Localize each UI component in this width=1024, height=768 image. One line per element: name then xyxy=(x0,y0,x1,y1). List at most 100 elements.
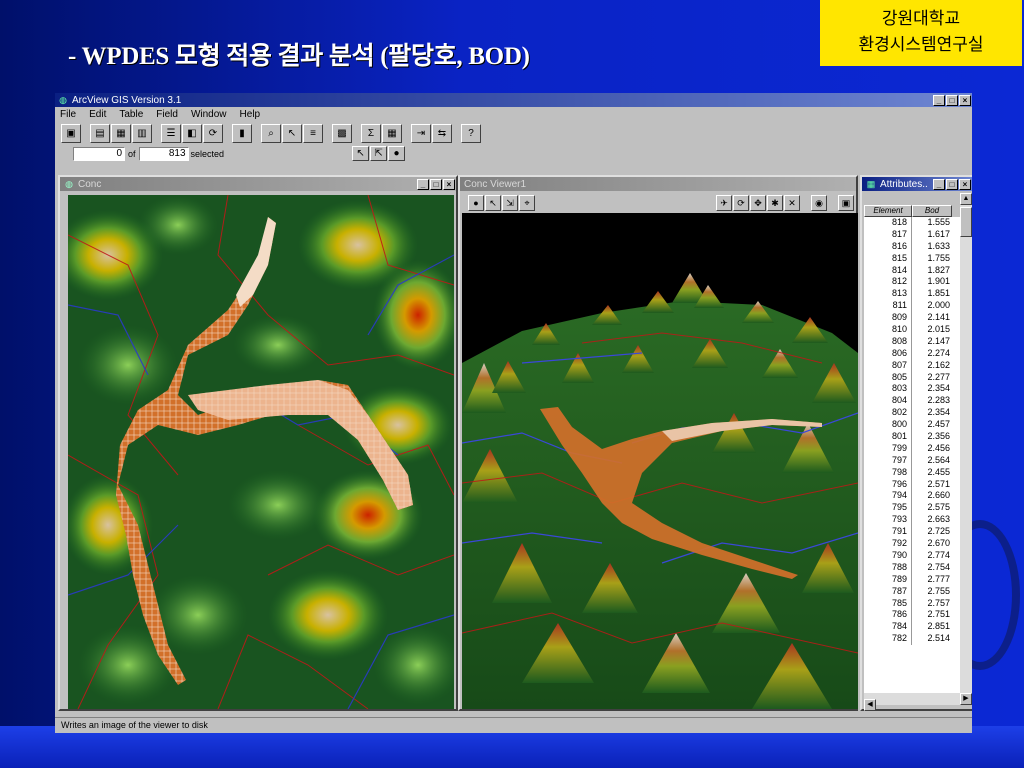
edit-tool-icon[interactable]: ⇱ xyxy=(370,146,388,161)
table-row[interactable]: 818 1.555 xyxy=(864,217,960,229)
table-row[interactable]: 809 2.141 xyxy=(864,312,960,325)
conc-titlebar: ◍ Conc _ □ × xyxy=(60,177,456,191)
element-cell: 791 xyxy=(864,526,912,539)
table-row[interactable]: 782 2.514 xyxy=(864,633,960,646)
conc-maximize-button[interactable]: □ xyxy=(430,178,442,190)
save-icon[interactable]: ▣ xyxy=(61,123,81,143)
viewer-zoom-out-icon[interactable]: ✕ xyxy=(784,195,800,211)
viewer-pointer-icon[interactable]: ↖ xyxy=(485,195,501,211)
join-icon[interactable]: ⇥ xyxy=(411,123,431,143)
info-tool-icon[interactable]: ● xyxy=(388,146,406,161)
attr-minimize-button[interactable]: _ xyxy=(933,178,945,190)
link-icon[interactable]: ⇆ xyxy=(432,123,452,143)
table-row[interactable]: 801 2.356 xyxy=(864,431,960,443)
conc-close-button[interactable]: × xyxy=(443,178,455,190)
scroll-right-button[interactable]: ▶ xyxy=(960,693,972,705)
table-row[interactable]: 815 1.755 xyxy=(864,252,960,265)
column-header-element[interactable]: Element xyxy=(864,205,912,217)
table-row[interactable]: 791 2.725 xyxy=(864,526,960,539)
table-row[interactable]: 805 2.277 xyxy=(864,371,960,384)
attr-close-button[interactable]: × xyxy=(959,178,971,190)
menu-file[interactable]: File xyxy=(60,109,76,120)
attribute-table[interactable]: Element Bod 818 1.555 817 1.617 816 1.633 815 1… xyxy=(864,205,960,693)
viewer-info-icon[interactable]: ● xyxy=(468,195,484,211)
viewer-eye-icon[interactable]: ◉ xyxy=(811,195,827,211)
table-row[interactable]: 789 2.777 xyxy=(864,573,960,586)
table-row[interactable]: 793 2.663 xyxy=(864,514,960,527)
sort-icon[interactable]: ≡ xyxy=(303,123,323,143)
attr-maximize-button[interactable]: □ xyxy=(946,178,958,190)
table-row[interactable]: 808 2.147 xyxy=(864,335,960,348)
column-header-bod[interactable]: Bod xyxy=(912,205,952,217)
viewer-save-image-icon[interactable]: ▣ xyxy=(838,195,854,211)
menu-edit[interactable]: Edit xyxy=(89,109,106,120)
maximize-button[interactable]: □ xyxy=(946,94,958,106)
toolbar: ▣ ▤ ▦ ▥ ☰ ◧ ⟳ ▮ ⌕ ↖ ≡ ▩ Σ ▦ ⇥ ⇆ ? xyxy=(55,122,972,144)
promote-icon[interactable]: ▩ xyxy=(332,123,352,143)
table-row[interactable]: 784 2.851 xyxy=(864,621,960,634)
vertical-scrollbar[interactable]: ▲ xyxy=(960,193,972,693)
viewer-zoom-icon[interactable]: ⌖ xyxy=(519,195,535,211)
select-none-icon[interactable]: ◧ xyxy=(182,123,202,143)
table-row[interactable]: 802 2.354 xyxy=(864,407,960,420)
table-row[interactable]: 803 2.354 xyxy=(864,383,960,396)
viewer-pan-icon[interactable]: ✥ xyxy=(750,195,766,211)
viewer-rotate-icon[interactable]: ⟳ xyxy=(733,195,749,211)
conc-viewer-window[interactable]: Conc Viewer1 ● ↖ ⇲ ⌖ ✈ ⟳ ✥ ✱ ✕ ◉ ▣ xyxy=(458,175,858,711)
viewer-zoom-in-icon[interactable]: ✱ xyxy=(767,195,783,211)
calculate-icon[interactable]: ▦ xyxy=(382,123,402,143)
table-row[interactable]: 792 2.670 xyxy=(864,538,960,550)
table-row[interactable]: 785 2.757 xyxy=(864,597,960,610)
table-row[interactable]: 811 2.000 xyxy=(864,300,960,313)
table-row[interactable]: 790 2.774 xyxy=(864,549,960,562)
table-row[interactable]: 795 2.575 xyxy=(864,502,960,515)
scroll-left-button[interactable]: ◀ xyxy=(864,699,876,711)
3d-viewer-canvas[interactable] xyxy=(462,213,858,709)
add-table-icon[interactable]: ▤ xyxy=(90,123,110,143)
select-all-icon[interactable]: ☰ xyxy=(161,123,181,143)
table-row[interactable]: 797 2.564 xyxy=(864,454,960,467)
minimize-button[interactable]: _ xyxy=(933,94,945,106)
table-row[interactable]: 794 2.660 xyxy=(864,490,960,503)
conc-minimize-button[interactable]: _ xyxy=(417,178,429,190)
table-row[interactable]: 788 2.754 xyxy=(864,561,960,574)
table-row[interactable]: 798 2.455 xyxy=(864,466,960,479)
close-button[interactable]: × xyxy=(959,94,971,106)
scroll-thumb[interactable] xyxy=(960,207,972,237)
help-pointer-icon[interactable]: ? xyxy=(461,123,481,143)
scroll-up-button[interactable]: ▲ xyxy=(960,193,972,205)
viewer-navigate-icon[interactable]: ⇲ xyxy=(502,195,518,211)
menu-field[interactable]: Field xyxy=(156,109,178,120)
horizontal-scrollbar[interactable]: ◀ ▶ xyxy=(864,693,972,711)
switch-selection-icon[interactable]: ⟳ xyxy=(203,123,223,143)
table-row[interactable]: 814 1.827 xyxy=(864,264,960,277)
table-row[interactable]: 810 2.015 xyxy=(864,324,960,336)
table-row[interactable]: 813 1.851 xyxy=(864,288,960,301)
table-row[interactable]: 786 2.751 xyxy=(864,609,960,622)
element-cell: 810 xyxy=(864,324,912,336)
table-row[interactable]: 800 2.457 xyxy=(864,419,960,432)
menu-window[interactable]: Window xyxy=(191,109,227,120)
edit-table-icon[interactable]: ▥ xyxy=(132,123,152,143)
table-row[interactable]: 796 2.571 xyxy=(864,478,960,491)
table-row[interactable]: 806 2.274 xyxy=(864,347,960,360)
table-row[interactable]: 817 1.617 xyxy=(864,228,960,241)
conc-2d-map[interactable] xyxy=(68,195,454,709)
find-icon[interactable]: ⌕ xyxy=(261,123,281,143)
query-icon[interactable]: ↖ xyxy=(282,123,302,143)
table-row[interactable]: 804 2.283 xyxy=(864,395,960,408)
conc-view-window[interactable]: ◍ Conc _ □ × xyxy=(58,175,458,711)
table-row[interactable]: 812 1.901 xyxy=(864,276,960,289)
menu-help[interactable]: Help xyxy=(240,109,261,120)
pointer-tool-icon[interactable]: ↖ xyxy=(352,146,370,161)
table-row[interactable]: 799 2.456 xyxy=(864,442,960,455)
table-row[interactable]: 787 2.755 xyxy=(864,585,960,598)
table-row[interactable]: 816 1.633 xyxy=(864,240,960,253)
attributes-window[interactable]: ▦ Attributes... _ □ × Element Bod 818 1.5… xyxy=(860,175,972,711)
viewer-fly-icon[interactable]: ✈ xyxy=(716,195,732,211)
chart-icon[interactable]: ▮ xyxy=(232,123,252,143)
menu-table[interactable]: Table xyxy=(119,109,143,120)
table-row[interactable]: 807 2.162 xyxy=(864,359,960,372)
table-properties-icon[interactable]: ▦ xyxy=(111,123,131,143)
summarize-icon[interactable]: Σ xyxy=(361,123,381,143)
